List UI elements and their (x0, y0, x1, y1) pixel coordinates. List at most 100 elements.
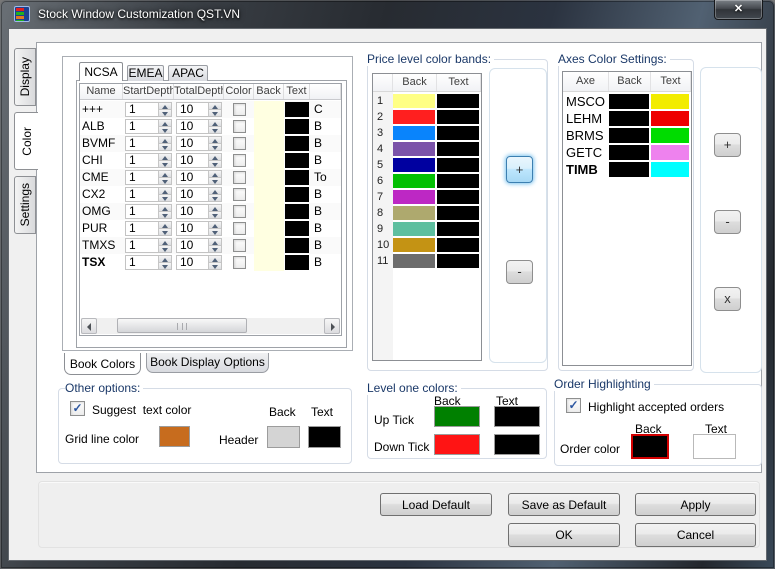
price-band-row[interactable]: 11 (373, 253, 481, 269)
price-band-row[interactable]: 8 (373, 205, 481, 221)
band-text-swatch[interactable] (437, 110, 479, 124)
axe-back-swatch[interactable] (609, 145, 649, 160)
scroll-left-button[interactable] (81, 318, 97, 334)
text-color-swatch[interactable] (285, 170, 309, 185)
spinner-down-button[interactable] (208, 109, 221, 116)
spinner-down-button[interactable] (158, 160, 171, 167)
color-checkbox[interactable] (233, 222, 246, 235)
band-back-swatch[interactable] (393, 190, 435, 204)
back-color-swatch[interactable] (254, 135, 284, 152)
save-as-default-button[interactable]: Save as Default (508, 493, 620, 516)
tab-emea[interactable]: EMEA (127, 65, 164, 81)
spinner-down-button[interactable] (208, 126, 221, 133)
grid-line-color-swatch[interactable] (159, 426, 190, 447)
band-back-swatch[interactable] (393, 206, 435, 220)
spinner-down-button[interactable] (208, 245, 221, 252)
scrollbar-thumb[interactable] (117, 318, 247, 333)
col-header-totaldepth[interactable]: TotalDepth (174, 84, 224, 99)
spinner-down-button[interactable] (208, 143, 221, 150)
close-button[interactable]: ✕ (714, 0, 763, 20)
col-header-color[interactable]: Color (224, 84, 254, 99)
band-back-swatch[interactable] (393, 238, 435, 252)
color-checkbox[interactable] (233, 137, 246, 150)
spinner-down-button[interactable] (158, 228, 171, 235)
text-color-swatch[interactable] (285, 136, 309, 151)
spinner-down-button[interactable] (158, 211, 171, 218)
tab-book-display-options[interactable]: Book Display Options (146, 353, 269, 373)
spinner-down-button[interactable] (208, 177, 221, 184)
spinner-down-button[interactable] (158, 109, 171, 116)
back-color-swatch[interactable] (254, 254, 284, 271)
tab-settings[interactable]: Settings (14, 176, 36, 234)
book-table-row[interactable]: OMG 1 (80, 203, 341, 220)
order-back-swatch[interactable] (631, 434, 669, 459)
text-color-swatch[interactable] (285, 153, 309, 168)
text-color-swatch[interactable] (285, 204, 309, 219)
price-band-row[interactable]: 2 (373, 109, 481, 125)
col-header-back[interactable]: Back (254, 84, 284, 99)
axes-remove-button[interactable]: - (714, 210, 741, 234)
spinner-down-button[interactable] (208, 194, 221, 201)
tab-ncsa[interactable]: NCSA (79, 62, 123, 81)
totaldepth-stepper[interactable]: 10 (176, 204, 222, 219)
book-table-row[interactable]: TSX 1 (80, 254, 341, 271)
axe-back-swatch[interactable] (609, 162, 649, 177)
col-header-name[interactable]: Name (80, 84, 123, 99)
band-text-swatch[interactable] (437, 94, 479, 108)
header-back-swatch[interactable] (267, 426, 300, 448)
totaldepth-stepper[interactable]: 10 (176, 170, 222, 185)
axe-back-swatch[interactable] (609, 94, 649, 109)
text-color-swatch[interactable] (285, 187, 309, 202)
price-band-row[interactable]: 7 (373, 189, 481, 205)
startdepth-stepper[interactable]: 1 (125, 221, 172, 236)
band-back-swatch[interactable] (393, 126, 435, 140)
book-table-row[interactable]: CME 1 (80, 169, 341, 186)
startdepth-stepper[interactable]: 1 (125, 255, 172, 270)
down-tick-text-swatch[interactable] (494, 434, 540, 455)
totaldepth-stepper[interactable]: 10 (176, 153, 222, 168)
band-text-swatch[interactable] (437, 222, 479, 236)
startdepth-stepper[interactable]: 1 (125, 153, 172, 168)
startdepth-stepper[interactable]: 1 (125, 204, 172, 219)
tab-color[interactable]: Color (14, 112, 38, 170)
color-checkbox[interactable] (233, 103, 246, 116)
totaldepth-stepper[interactable]: 10 (176, 255, 222, 270)
book-table-row[interactable]: +++ 1 (80, 101, 341, 118)
back-color-swatch[interactable] (254, 186, 284, 203)
book-table-row[interactable]: PUR 1 (80, 220, 341, 237)
color-checkbox[interactable] (233, 256, 246, 269)
totaldepth-stepper[interactable]: 10 (176, 221, 222, 236)
suggest-text-color-checkbox[interactable]: ✓ (70, 401, 85, 416)
axes-col-header-text[interactable]: Text (651, 72, 691, 91)
color-checkbox[interactable] (233, 239, 246, 252)
price-col-header-text[interactable]: Text (437, 74, 481, 91)
up-tick-text-swatch[interactable] (494, 406, 540, 427)
band-back-swatch[interactable] (393, 222, 435, 236)
tab-book-colors[interactable]: Book Colors (64, 353, 141, 375)
highlight-accepted-orders-checkbox[interactable]: ✓ (566, 398, 581, 413)
totaldepth-stepper[interactable]: 10 (176, 238, 222, 253)
band-text-swatch[interactable] (437, 190, 479, 204)
book-table-row[interactable]: TMXS 1 (80, 237, 341, 254)
axes-row[interactable]: TIMB (563, 161, 691, 178)
band-text-swatch[interactable] (437, 158, 479, 172)
axes-col-header-axe[interactable]: Axe (563, 72, 609, 91)
back-color-swatch[interactable] (254, 220, 284, 237)
text-color-swatch[interactable] (285, 102, 309, 117)
horizontal-scrollbar[interactable] (81, 318, 340, 334)
price-band-row[interactable]: 10 (373, 237, 481, 253)
title-bar[interactable]: Stock Window Customization QST.VN ✕ (0, 0, 775, 28)
axe-text-swatch[interactable] (651, 128, 689, 143)
axes-col-header-back[interactable]: Back (609, 72, 651, 91)
totaldepth-stepper[interactable]: 10 (176, 187, 222, 202)
spinner-down-button[interactable] (158, 126, 171, 133)
axe-text-swatch[interactable] (651, 94, 689, 109)
back-color-swatch[interactable] (254, 101, 284, 118)
back-color-swatch[interactable] (254, 152, 284, 169)
totaldepth-stepper[interactable]: 10 (176, 119, 222, 134)
startdepth-stepper[interactable]: 1 (125, 238, 172, 253)
price-col-header-back[interactable]: Back (393, 74, 437, 91)
band-back-swatch[interactable] (393, 254, 435, 268)
band-back-swatch[interactable] (393, 174, 435, 188)
axes-row[interactable]: MSCO (563, 93, 691, 110)
